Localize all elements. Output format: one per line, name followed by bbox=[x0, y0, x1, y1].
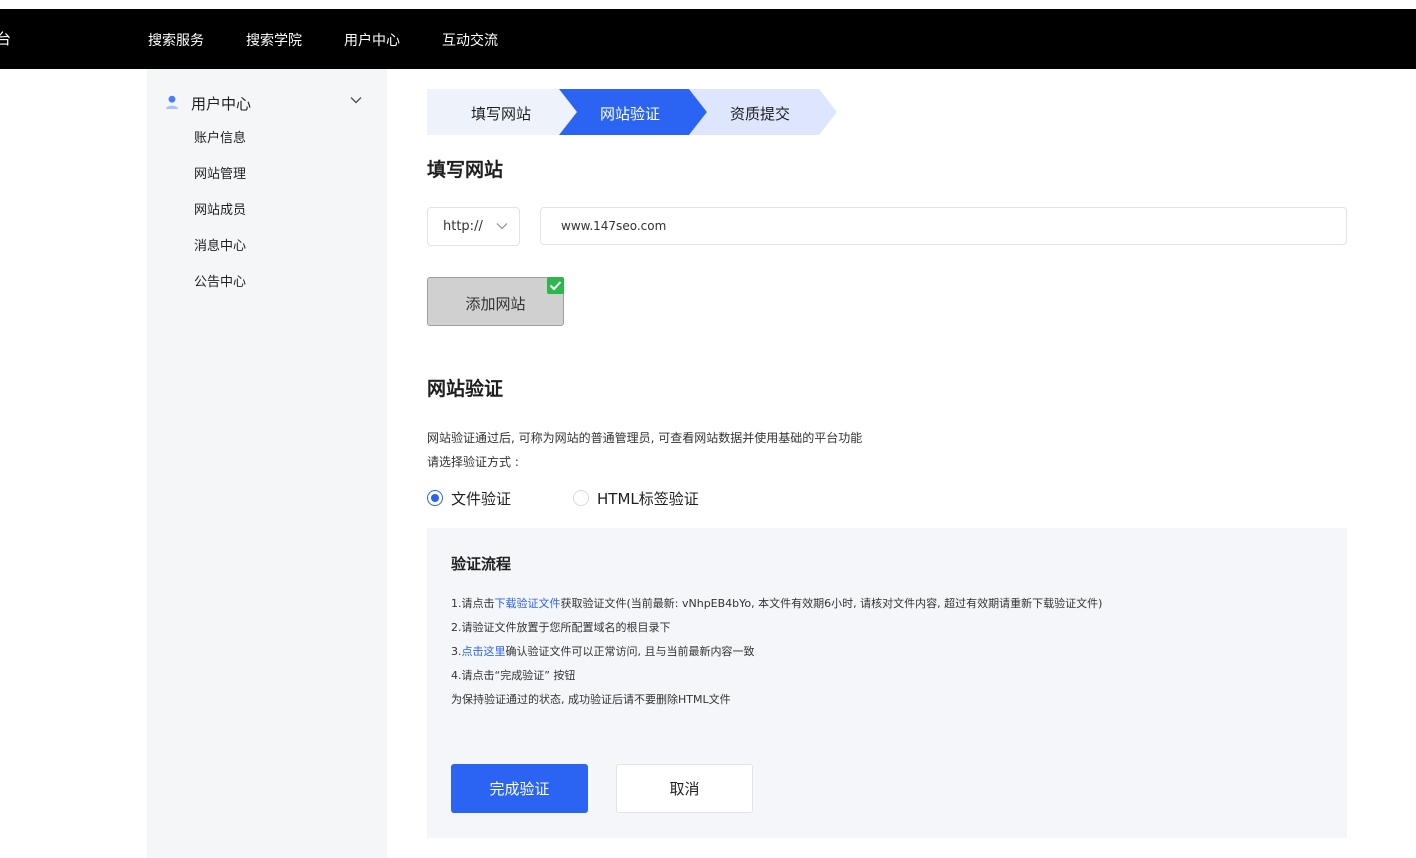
sidebar-item-account-info[interactable]: 账户信息 bbox=[194, 127, 246, 146]
cancel-button[interactable]: 取消 bbox=[616, 764, 753, 813]
step-fill-site: 填写网站 bbox=[471, 105, 532, 123]
nav-community[interactable]: 互动交流 bbox=[442, 30, 498, 50]
verify-method-prompt: 请选择验证方式 : bbox=[427, 455, 519, 469]
process-step-4: 4.请点击“完成验证” 按钮 bbox=[451, 669, 576, 682]
download-verify-file-link[interactable]: 下载验证文件 bbox=[495, 597, 561, 610]
site-url-input[interactable] bbox=[540, 207, 1347, 245]
complete-verify-button[interactable]: 完成验证 bbox=[451, 764, 588, 813]
sidebar-group-label: 用户中心 bbox=[191, 95, 252, 113]
radio-file-verify-label[interactable]: 文件验证 bbox=[451, 488, 511, 509]
add-site-label: 添加网站 bbox=[465, 295, 526, 313]
verify-site-heading: 网站验证 bbox=[427, 378, 504, 400]
verify-process-panel: 验证流程 1.请点击下载验证文件获取验证文件(当前最新: vNhpEB4bYo,… bbox=[427, 528, 1347, 838]
add-site-button[interactable]: 添加网站 bbox=[427, 277, 564, 326]
chevron-down-icon bbox=[496, 223, 508, 230]
click-here-link[interactable]: 点击这里 bbox=[462, 645, 506, 658]
sidebar-item-site-members[interactable]: 网站成员 bbox=[194, 199, 246, 218]
step-qualification: 资质提交 bbox=[730, 105, 791, 123]
top-nav-bar: 台 搜索服务 搜索学院 用户中心 互动交流 bbox=[0, 9, 1416, 69]
progress-steps: 填写网站 网站验证 资质提交 bbox=[427, 89, 847, 135]
check-icon bbox=[547, 277, 564, 294]
chevron-down-icon[interactable] bbox=[349, 93, 363, 107]
cancel-label: 取消 bbox=[669, 780, 700, 798]
verify-description: 网站验证通过后, 可称为网站的普通管理员, 可查看网站数据并使用基础的平台功能 bbox=[427, 431, 863, 445]
process-step-3-suffix: 确认验证文件可以正常访问, 且与当前最新内容一致 bbox=[505, 645, 755, 658]
protocol-select[interactable]: http:// bbox=[427, 207, 520, 246]
process-step-1-prefix: 1.请点击 bbox=[451, 597, 495, 610]
nav-search-academy[interactable]: 搜索学院 bbox=[246, 30, 302, 50]
nav-user-center[interactable]: 用户中心 bbox=[344, 30, 400, 50]
radio-html-tag-verify-label[interactable]: HTML标签验证 bbox=[597, 488, 699, 509]
process-note: 为保持验证通过的状态, 成功验证后请不要删除HTML文件 bbox=[451, 693, 731, 706]
protocol-value: http:// bbox=[443, 219, 483, 234]
sidebar-item-messages[interactable]: 消息中心 bbox=[194, 235, 246, 254]
sidebar-group-user-center[interactable]: 用户中心 bbox=[165, 93, 365, 113]
step-verify-site: 网站验证 bbox=[600, 105, 661, 123]
brand-logo-text: 台 bbox=[0, 30, 12, 48]
sidebar-item-site-management[interactable]: 网站管理 bbox=[194, 163, 246, 182]
fill-site-heading: 填写网站 bbox=[427, 159, 504, 181]
process-step-1-suffix: 获取验证文件(当前最新: vNhpEB4bYo, 本文件有效期6小时, 请核对文… bbox=[560, 597, 1103, 610]
process-step-3: 3.点击这里确认验证文件可以正常访问, 且与当前最新内容一致 bbox=[451, 643, 755, 659]
process-step-2: 2.请验证文件放置于您所配置域名的根目录下 bbox=[451, 621, 671, 634]
radio-html-tag-verify[interactable] bbox=[573, 490, 589, 506]
window-top-strip bbox=[0, 0, 1416, 9]
sidebar: 用户中心 账户信息 网站管理 网站成员 消息中心 公告中心 bbox=[147, 69, 387, 858]
complete-verify-label: 完成验证 bbox=[489, 780, 550, 798]
user-icon bbox=[166, 95, 178, 109]
sidebar-item-announcements[interactable]: 公告中心 bbox=[194, 271, 246, 290]
process-step-3-prefix: 3. bbox=[451, 645, 462, 658]
process-step-1: 1.请点击下载验证文件获取验证文件(当前最新: vNhpEB4bYo, 本文件有… bbox=[451, 595, 1102, 611]
nav-search-service[interactable]: 搜索服务 bbox=[148, 30, 204, 50]
radio-file-verify[interactable] bbox=[427, 490, 443, 506]
process-title: 验证流程 bbox=[451, 555, 512, 573]
